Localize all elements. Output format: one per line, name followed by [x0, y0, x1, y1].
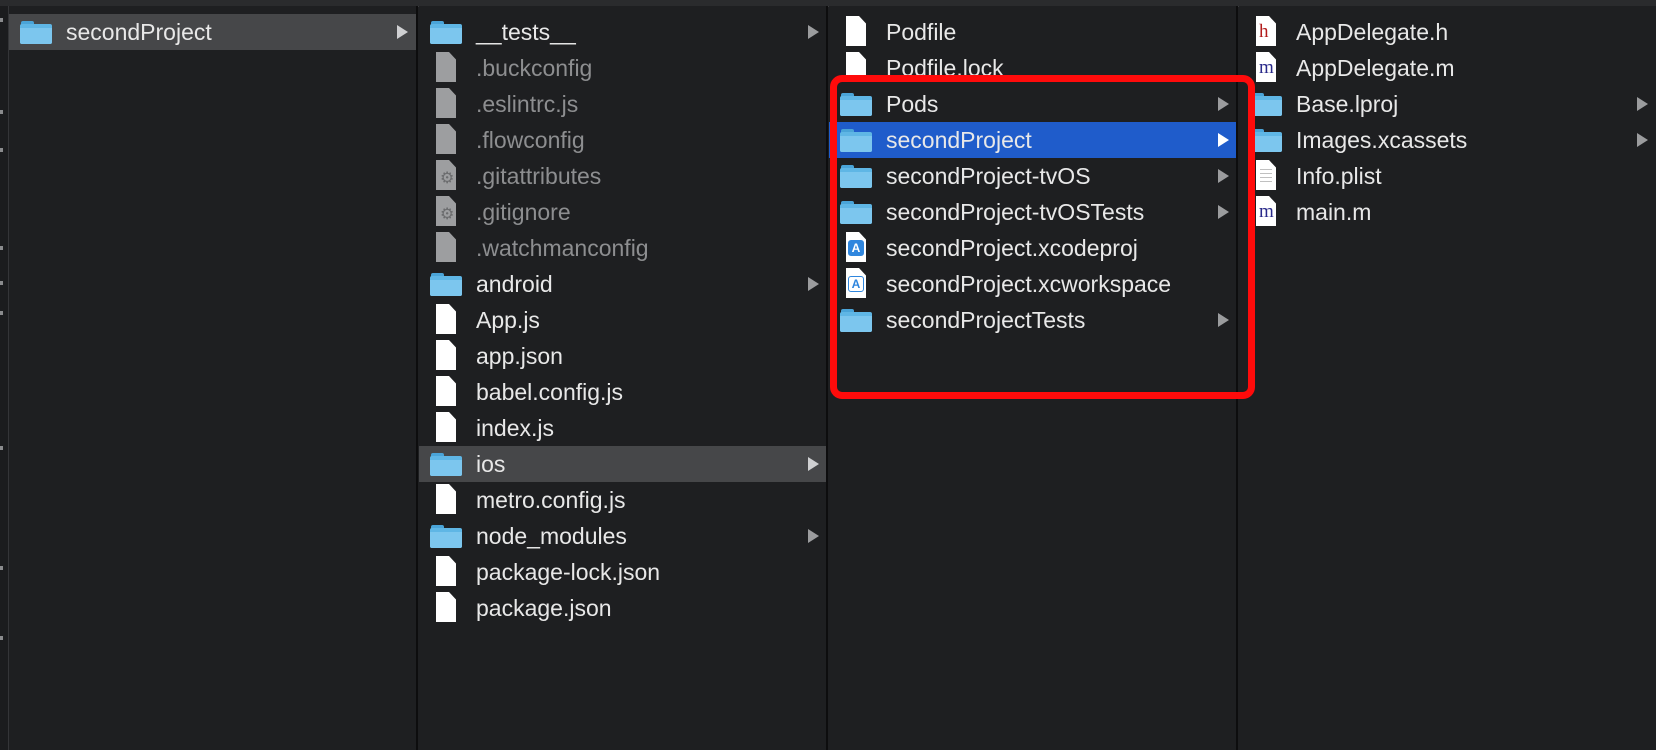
item-name: main.m — [1296, 198, 1372, 225]
column-divider[interactable] — [826, 6, 828, 750]
sidebar-tick — [0, 246, 3, 250]
annotation-highlight-box — [830, 75, 1255, 399]
item-name: .gitattributes — [476, 162, 602, 189]
folder-icon — [430, 451, 462, 477]
item-name: index.js — [476, 414, 554, 441]
document-icon — [430, 340, 462, 370]
item-name: .eslintrc.js — [476, 90, 579, 117]
disclosure-arrow-icon — [397, 25, 408, 39]
file-item[interactable]: Info.plist — [1239, 158, 1656, 194]
document-icon — [430, 376, 462, 406]
folder-item[interactable]: Images.xcassets — [1239, 122, 1656, 158]
finder-column-view: secondProject __tests__ .buckconfig .eslin… — [0, 0, 1656, 750]
document-icon — [430, 52, 462, 82]
item-name: babel.config.js — [476, 378, 624, 405]
item-name: ios — [476, 450, 506, 477]
file-item[interactable]: .eslintrc.js — [419, 86, 827, 122]
file-item[interactable]: babel.config.js — [419, 374, 827, 410]
sidebar-tick — [0, 281, 3, 285]
document-icon — [430, 556, 462, 586]
disclosure-arrow-icon — [808, 277, 819, 291]
folder-icon — [430, 523, 462, 549]
folder-icon — [430, 271, 462, 297]
file-item[interactable]: App.js — [419, 302, 827, 338]
file-item[interactable]: m AppDelegate.m — [1239, 50, 1656, 86]
column-1[interactable]: secondProject — [9, 6, 416, 750]
sidebar-tick — [0, 636, 3, 640]
item-name: package.json — [476, 594, 612, 621]
disclosure-arrow-icon — [808, 529, 819, 543]
column-divider[interactable] — [416, 6, 418, 750]
folder-item[interactable]: __tests__ — [419, 14, 827, 50]
sidebar-tick — [0, 566, 3, 570]
sidebar-edge — [0, 6, 9, 750]
folder-item[interactable]: android — [419, 266, 827, 302]
file-item[interactable]: ⚙ .gitattributes — [419, 158, 827, 194]
file-item[interactable]: .watchmanconfig — [419, 230, 827, 266]
item-name: package-lock.json — [476, 558, 661, 585]
item-name: node_modules — [476, 522, 627, 549]
sidebar-tick — [0, 110, 3, 114]
column-1-list: secondProject — [9, 14, 416, 50]
file-item[interactable]: index.js — [419, 410, 827, 446]
item-name: Podfile — [886, 18, 957, 45]
item-name: .gitignore — [476, 198, 571, 225]
config-document-icon: ⚙ — [430, 160, 462, 190]
objc-source-file-icon: m — [1250, 52, 1282, 82]
item-name: App.js — [476, 306, 540, 333]
config-document-icon: ⚙ — [430, 196, 462, 226]
document-icon — [840, 16, 872, 46]
item-name: app.json — [476, 342, 563, 369]
item-name: android — [476, 270, 553, 297]
item-name: .flowconfig — [476, 126, 585, 153]
sidebar-tick — [0, 311, 3, 315]
disclosure-arrow-icon — [808, 25, 819, 39]
item-name: Info.plist — [1296, 162, 1382, 189]
file-item[interactable]: ⚙ .gitignore — [419, 194, 827, 230]
file-item[interactable]: package.json — [419, 590, 827, 626]
column-2[interactable]: __tests__ .buckconfig .eslintrc.js .flowcon… — [419, 6, 827, 750]
document-icon — [430, 304, 462, 334]
folder-item[interactable]: secondProject — [9, 14, 416, 50]
file-item[interactable]: package-lock.json — [419, 554, 827, 590]
file-item[interactable]: metro.config.js — [419, 482, 827, 518]
folder-icon — [20, 19, 52, 45]
file-item[interactable]: .buckconfig — [419, 50, 827, 86]
item-name: secondProject — [66, 18, 212, 45]
item-name: Images.xcassets — [1296, 126, 1468, 153]
file-item[interactable]: Podfile — [829, 14, 1237, 50]
document-icon — [430, 124, 462, 154]
item-name: .buckconfig — [476, 54, 593, 81]
item-name: Base.lproj — [1296, 90, 1399, 117]
folder-item[interactable]: node_modules — [419, 518, 827, 554]
file-item[interactable]: app.json — [419, 338, 827, 374]
file-item[interactable]: m main.m — [1239, 194, 1656, 230]
disclosure-arrow-icon — [1637, 133, 1648, 147]
sidebar-tick — [0, 446, 3, 450]
column-4[interactable]: h AppDelegate.h m AppDelegate.m Base.lproj Im… — [1239, 6, 1656, 750]
header-file-icon: h — [1250, 16, 1282, 46]
document-icon — [430, 88, 462, 118]
disclosure-arrow-icon — [808, 457, 819, 471]
document-icon — [430, 592, 462, 622]
folder-icon — [430, 19, 462, 45]
folder-item[interactable]: ios — [419, 446, 827, 482]
item-name: __tests__ — [476, 18, 576, 45]
item-name: AppDelegate.m — [1296, 54, 1455, 81]
file-item[interactable]: .flowconfig — [419, 122, 827, 158]
item-name: metro.config.js — [476, 486, 626, 513]
document-icon — [430, 484, 462, 514]
column-2-list: __tests__ .buckconfig .eslintrc.js .flowcon… — [419, 14, 827, 626]
sidebar-tick — [0, 148, 3, 152]
column-4-list: h AppDelegate.h m AppDelegate.m Base.lproj Im… — [1239, 14, 1656, 230]
document-icon — [430, 232, 462, 262]
document-icon — [430, 412, 462, 442]
folder-item[interactable]: Base.lproj — [1239, 86, 1656, 122]
sidebar-tick — [0, 18, 3, 22]
file-item[interactable]: h AppDelegate.h — [1239, 14, 1656, 50]
item-name: AppDelegate.h — [1296, 18, 1449, 45]
disclosure-arrow-icon — [1637, 97, 1648, 111]
item-name: .watchmanconfig — [476, 234, 649, 261]
